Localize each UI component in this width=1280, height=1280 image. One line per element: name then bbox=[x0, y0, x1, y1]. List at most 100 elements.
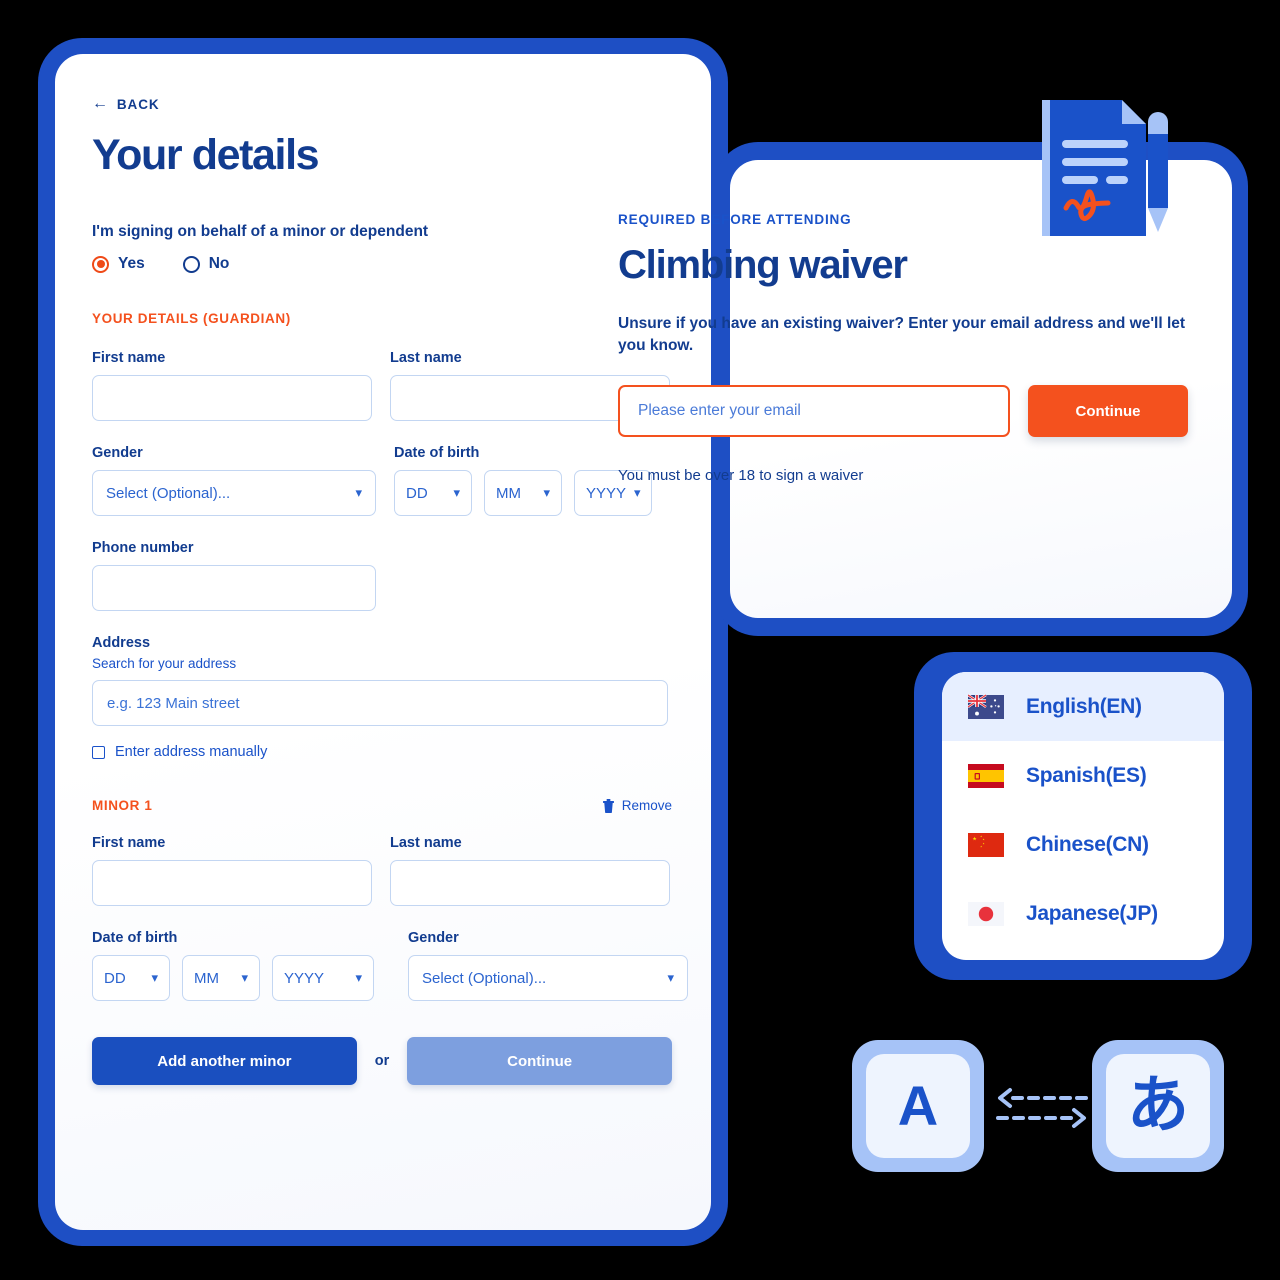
minor-section-header: MINOR 1 Remove bbox=[92, 798, 672, 813]
minor-last-name-label: Last name bbox=[390, 835, 462, 851]
language-item-chinese[interactable]: Chinese(CN) bbox=[942, 810, 1224, 879]
signed-document-and-pen-icon bbox=[1042, 100, 1168, 236]
minor-gender-value: Select (Optional)... bbox=[422, 969, 547, 987]
your-details-form: ← BACK Your details I'm signing on behal… bbox=[92, 96, 688, 1085]
chevron-down-icon: ▾ bbox=[453, 484, 460, 500]
language-label-spanish: Spanish(ES) bbox=[1026, 763, 1147, 787]
waiver-email-form: Please enter your email Continue bbox=[618, 385, 1188, 437]
minor-gender-label: Gender bbox=[408, 930, 459, 946]
minor-dob-field: Date of birth DD ▾ MM ▾ YYYY ▾ bbox=[92, 930, 374, 1001]
continue-button[interactable]: Continue bbox=[407, 1037, 672, 1085]
guardian-address-input[interactable]: e.g. 123 Main street bbox=[92, 680, 668, 726]
radio-unselected-icon bbox=[182, 255, 200, 273]
chevron-down-icon: ▾ bbox=[543, 484, 550, 500]
guardian-gender-label: Gender bbox=[92, 445, 143, 461]
guardian-dob-year-value: YYYY bbox=[586, 484, 627, 502]
minor-dob-year-value: YYYY bbox=[284, 969, 325, 987]
waiver-age-note: You must be over 18 to sign a waiver bbox=[618, 467, 864, 484]
guardian-gender-value: Select (Optional)... bbox=[106, 484, 231, 502]
remove-minor-label: Remove bbox=[621, 798, 672, 813]
chevron-down-icon: ▾ bbox=[634, 484, 641, 500]
guardian-first-name-input[interactable] bbox=[92, 375, 372, 421]
minor-gender-field: Gender Select (Optional)... ▾ bbox=[408, 930, 688, 1001]
language-label-chinese: Chinese(CN) bbox=[1026, 832, 1149, 856]
page-title: Your details bbox=[92, 131, 320, 179]
radio-option-yes[interactable]: Yes bbox=[92, 255, 145, 273]
minor-dob-day-select[interactable]: DD ▾ bbox=[92, 955, 170, 1001]
language-label-japanese: Japanese(JP) bbox=[1026, 901, 1158, 925]
waiver-description: Unsure if you have an existing waiver? E… bbox=[618, 315, 1186, 354]
minor-dob-gender-row: Date of birth DD ▾ MM ▾ YYYY ▾ Gender Se… bbox=[92, 930, 688, 1001]
remove-minor-button[interactable]: Remove bbox=[602, 798, 672, 813]
minor-name-row: First name Last name bbox=[92, 835, 672, 906]
language-selector: English(EN) Spanish(ES) Chinese(CN) Japa… bbox=[942, 672, 1224, 960]
back-button[interactable]: ← BACK bbox=[92, 96, 672, 112]
flag-spain-icon bbox=[968, 763, 1004, 788]
minor-dob-month-value: MM bbox=[194, 969, 219, 987]
minor-first-name-input[interactable] bbox=[92, 860, 372, 906]
flag-china-icon bbox=[968, 832, 1004, 857]
minor-radio-group: Yes No bbox=[92, 255, 672, 273]
guardian-gender-dob-row: Gender Select (Optional)... ▾ Date of bi… bbox=[92, 445, 672, 516]
chevron-down-icon: ▾ bbox=[355, 484, 362, 500]
chevron-down-icon: ▾ bbox=[241, 969, 248, 985]
guardian-section-label: YOUR DETAILS (GUARDIAN) bbox=[92, 311, 291, 326]
latin-letter-tile: A bbox=[852, 1040, 984, 1172]
guardian-dob-field: Date of birth DD ▾ MM ▾ YYYY ▾ bbox=[394, 445, 652, 516]
guardian-dob-day-select[interactable]: DD ▾ bbox=[394, 470, 472, 516]
chevron-down-icon: ▾ bbox=[355, 969, 362, 985]
guardian-name-row: First name Last name bbox=[92, 350, 672, 421]
guardian-first-name-field: First name bbox=[92, 350, 372, 421]
guardian-dob-label: Date of birth bbox=[394, 445, 480, 461]
japanese-letter-glyph: あ bbox=[1106, 1054, 1210, 1158]
form-actions: Add another minor or Continue bbox=[92, 1037, 672, 1085]
radio-label-yes: Yes bbox=[118, 255, 145, 272]
manual-address-label: Enter address manually bbox=[115, 744, 268, 760]
guardian-dob-group: DD ▾ MM ▾ YYYY ▾ bbox=[394, 470, 652, 516]
minor-dob-month-select[interactable]: MM ▾ bbox=[182, 955, 260, 1001]
minor-gender-select[interactable]: Select (Optional)... ▾ bbox=[408, 955, 688, 1001]
or-separator-label: or bbox=[374, 1053, 390, 1069]
guardian-phone-row: Phone number bbox=[92, 540, 672, 611]
waiver-email-input[interactable]: Please enter your email bbox=[618, 385, 1010, 437]
waiver-continue-button[interactable]: Continue bbox=[1028, 385, 1188, 437]
guardian-dob-month-value: MM bbox=[496, 484, 521, 502]
minor-section-label: MINOR 1 bbox=[92, 798, 153, 813]
guardian-address-field: Address Search for your address e.g. 123… bbox=[92, 635, 668, 760]
minor-dob-label: Date of birth bbox=[92, 930, 178, 946]
checkbox-unchecked-icon bbox=[92, 745, 105, 759]
radio-option-no[interactable]: No bbox=[182, 255, 229, 273]
guardian-phone-input[interactable] bbox=[92, 565, 376, 611]
flag-australia-icon bbox=[968, 693, 1004, 719]
add-another-minor-button[interactable]: Add another minor bbox=[92, 1037, 357, 1085]
climbing-waiver-card: REQUIRED BEFORE ATTENDING Climbing waive… bbox=[618, 212, 1188, 484]
flag-japan-icon bbox=[968, 901, 1004, 926]
latin-letter-glyph: A bbox=[866, 1054, 970, 1158]
chevron-down-icon: ▾ bbox=[151, 969, 158, 985]
guardian-dob-month-select[interactable]: MM ▾ bbox=[484, 470, 562, 516]
bidirectional-dashed-arrows-icon bbox=[996, 1088, 1088, 1128]
arrow-left-icon: ← bbox=[92, 95, 109, 112]
minor-dob-year-select[interactable]: YYYY ▾ bbox=[272, 955, 374, 1001]
minor-dob-group: DD ▾ MM ▾ YYYY ▾ bbox=[92, 955, 374, 1001]
minor-first-name-label: First name bbox=[92, 835, 166, 851]
waiver-title: Climbing waiver bbox=[618, 243, 908, 287]
chevron-down-icon: ▾ bbox=[667, 969, 674, 985]
translation-illustration: A あ bbox=[852, 1040, 1224, 1180]
guardian-phone-label: Phone number bbox=[92, 540, 194, 556]
manual-address-checkbox[interactable]: Enter address manually bbox=[92, 744, 668, 760]
japanese-letter-tile: あ bbox=[1092, 1040, 1224, 1172]
minor-question-label: I'm signing on behalf of a minor or depe… bbox=[92, 223, 429, 240]
language-item-japanese[interactable]: Japanese(JP) bbox=[942, 879, 1224, 948]
radio-selected-icon bbox=[92, 255, 109, 273]
minor-first-name-field: First name bbox=[92, 835, 372, 906]
language-item-english[interactable]: English(EN) bbox=[942, 672, 1224, 741]
guardian-gender-select[interactable]: Select (Optional)... ▾ bbox=[92, 470, 376, 516]
minor-dob-day-value: DD bbox=[104, 969, 126, 987]
minor-last-name-field: Last name bbox=[390, 835, 670, 906]
minor-last-name-input[interactable] bbox=[390, 860, 670, 906]
guardian-first-name-label: First name bbox=[92, 350, 166, 366]
language-item-spanish[interactable]: Spanish(ES) bbox=[942, 741, 1224, 810]
language-label-english: English(EN) bbox=[1026, 694, 1142, 718]
guardian-address-row: Address Search for your address e.g. 123… bbox=[92, 635, 672, 760]
